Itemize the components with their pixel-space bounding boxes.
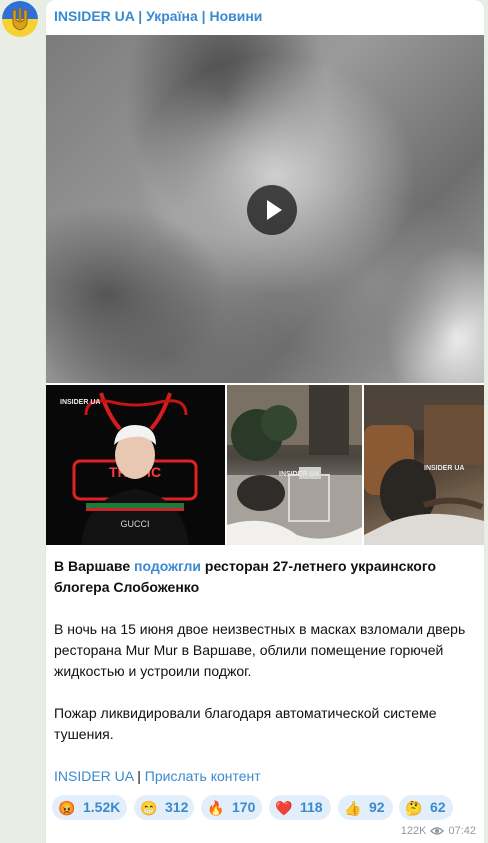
- post-headline: В Варшаве подожгли ресторан 27-летнего у…: [54, 556, 478, 598]
- video-preview[interactable]: [46, 35, 484, 383]
- thumbs-up-icon: 👍: [344, 800, 362, 816]
- footer-separator: |: [133, 768, 145, 784]
- headline-text-start: В Варшаве: [54, 558, 135, 574]
- reaction-fire[interactable]: 🔥 170: [201, 795, 262, 820]
- reaction-grin[interactable]: 😁 312: [134, 795, 194, 820]
- eye-icon: [430, 827, 445, 835]
- message-meta: 122K 07:42: [401, 825, 476, 837]
- reaction-angry[interactable]: 😡 1.52K: [52, 795, 127, 820]
- view-count: 122K: [400, 825, 427, 837]
- reaction-thinking[interactable]: 🤔 62: [399, 795, 453, 820]
- reactions-bar: 😡 1.52K 😁 312 🔥 170 ❤️ 118 👍 92 🤔 62: [52, 795, 482, 820]
- watermark-1: INSIDER UA: [60, 399, 101, 406]
- reaction-count: 1.52K: [83, 799, 121, 815]
- photo-thumbnail-1[interactable]: TRAPIC GUCCI INSIDER UA: [46, 385, 225, 545]
- play-icon[interactable]: [247, 185, 297, 235]
- trident-icon: [2, 1, 38, 37]
- reaction-count: 312: [165, 799, 189, 815]
- heart-icon: ❤️: [275, 800, 293, 816]
- submit-content-link[interactable]: Прислать контент: [145, 768, 261, 784]
- burned-interior-photo-1: [227, 385, 362, 545]
- shirt-text: GUCCI: [121, 519, 150, 529]
- reaction-heart[interactable]: ❤️ 118: [269, 795, 331, 820]
- message-time: 07:42: [448, 825, 476, 837]
- angry-face-icon: 😡: [58, 800, 76, 816]
- watermark-2: INSIDER UA: [279, 471, 320, 478]
- reaction-thumbs-up[interactable]: 👍 92: [338, 795, 393, 820]
- reaction-count: 170: [232, 799, 256, 815]
- message-bubble: INSIDER UA | Україна | Новини TRAPIC GUC…: [46, 0, 484, 843]
- thinking-face-icon: 🤔: [405, 800, 423, 816]
- headline-link[interactable]: подожгли: [134, 558, 201, 574]
- post-paragraph-2: Пожар ликвидировали благодаря автоматиче…: [54, 705, 437, 742]
- grinning-face-icon: 😁: [140, 800, 158, 816]
- reaction-count: 62: [430, 799, 446, 815]
- fire-icon: 🔥: [207, 800, 225, 816]
- photo-thumbnail-2[interactable]: INSIDER UA: [227, 385, 362, 545]
- footer-channel-link[interactable]: INSIDER UA: [54, 768, 133, 784]
- watermark-3: INSIDER UA: [424, 465, 465, 472]
- channel-avatar[interactable]: [2, 1, 38, 37]
- post-paragraph-1: В ночь на 15 июня двое неизвестных в мас…: [54, 621, 466, 679]
- reaction-count: 118: [300, 799, 323, 815]
- reaction-count: 92: [369, 799, 385, 815]
- post-footer: INSIDER UA | Прислать контент: [54, 766, 478, 787]
- photo-thumbnail-3[interactable]: INSIDER UA: [364, 385, 484, 545]
- channel-name[interactable]: INSIDER UA | Україна | Новини: [54, 8, 262, 24]
- blogger-photo: TRAPIC GUCCI: [46, 385, 225, 545]
